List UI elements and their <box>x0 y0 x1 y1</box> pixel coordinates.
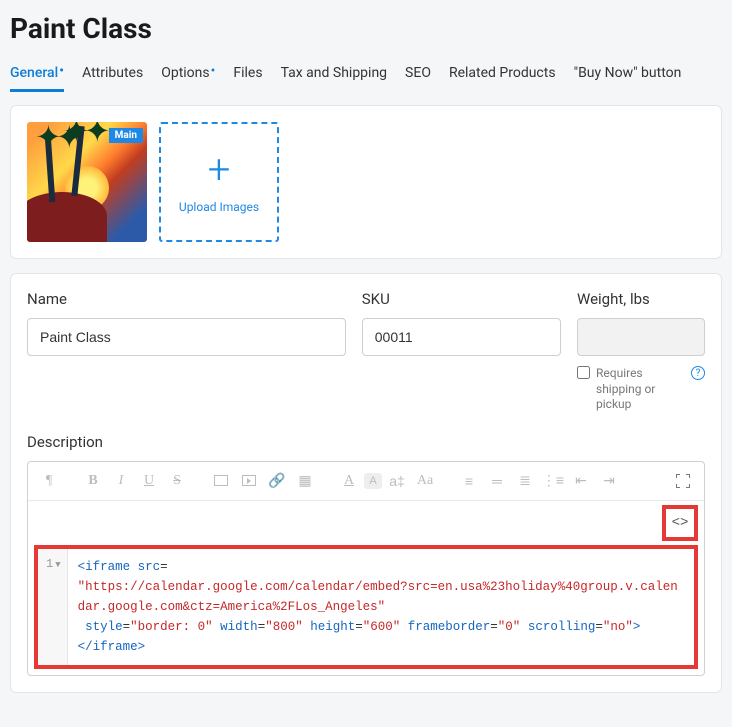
image-icon[interactable] <box>208 468 234 494</box>
requires-shipping-label: Requires shipping or pickup <box>596 366 676 413</box>
sku-input[interactable] <box>362 318 561 356</box>
images-panel: ✦✦ ✦✦ Main + Upload Images <box>10 105 722 259</box>
ordered-list-icon[interactable]: ≣ <box>512 468 538 494</box>
underline-icon[interactable]: U <box>136 468 162 494</box>
tabs-bar: General Attributes Options Files Tax and… <box>10 61 722 93</box>
name-input[interactable] <box>27 318 346 356</box>
bg-color-icon[interactable]: A <box>364 473 382 489</box>
clear-format-icon[interactable]: a‡ <box>384 468 410 494</box>
weight-input[interactable] <box>577 318 705 356</box>
tab-tax-shipping[interactable]: Tax and Shipping <box>281 61 387 92</box>
tab-attributes[interactable]: Attributes <box>82 61 143 92</box>
editor-toolbar: ¶ B I U S 🔗 ▦ A A a‡ Aa ≡ ═ ≣ ⋮≡ <box>28 462 704 501</box>
tab-seo[interactable]: SEO <box>405 61 431 92</box>
align-left-icon[interactable]: ≡ <box>456 468 482 494</box>
page-title: Paint Class <box>10 0 722 61</box>
html-view-button[interactable]: <> <box>668 511 692 535</box>
tab-general[interactable]: General <box>10 61 64 92</box>
italic-icon[interactable]: I <box>108 468 134 494</box>
text-color-icon[interactable]: A <box>336 468 362 494</box>
tab-buy-now[interactable]: "Buy Now" button <box>574 61 682 92</box>
weight-label: Weight, lbs <box>577 290 705 308</box>
tab-related-products[interactable]: Related Products <box>449 61 556 92</box>
outdent-icon[interactable]: ⇤ <box>568 468 594 494</box>
link-icon[interactable]: 🔗 <box>264 468 290 494</box>
paragraph-icon[interactable]: ¶ <box>36 468 62 494</box>
fullscreen-icon[interactable] <box>670 468 696 494</box>
plus-icon: + <box>208 150 231 190</box>
upload-images-label: Upload Images <box>179 200 259 214</box>
code-editor[interactable]: <iframe src= "https://calendar.google.co… <box>68 549 694 665</box>
sku-label: SKU <box>362 290 561 308</box>
requires-shipping-checkbox[interactable] <box>577 366 590 379</box>
help-icon[interactable]: ? <box>691 366 705 380</box>
bold-icon[interactable]: B <box>80 468 106 494</box>
align-justify-icon[interactable]: ═ <box>484 468 510 494</box>
indent-icon[interactable]: ⇥ <box>596 468 622 494</box>
code-area-highlight: 1▼ <iframe src= "https://calendar.google… <box>34 545 698 669</box>
font-size-icon[interactable]: Aa <box>412 468 438 494</box>
code-gutter: 1▼ <box>38 549 68 665</box>
main-image-badge: Main <box>109 128 143 143</box>
description-editor: ¶ B I U S 🔗 ▦ A A a‡ Aa ≡ ═ ≣ ⋮≡ <box>27 461 705 676</box>
tab-files[interactable]: Files <box>233 61 262 92</box>
unordered-list-icon[interactable]: ⋮≡ <box>540 468 566 494</box>
upload-images-button[interactable]: + Upload Images <box>159 122 279 242</box>
table-icon[interactable]: ▦ <box>292 468 318 494</box>
strikethrough-icon[interactable]: S <box>164 468 190 494</box>
video-icon[interactable] <box>236 468 262 494</box>
details-panel: Name SKU Weight, lbs Requires shipping o… <box>10 273 722 693</box>
html-view-highlight: <> <box>662 505 698 541</box>
description-label: Description <box>27 433 705 451</box>
name-label: Name <box>27 290 346 308</box>
product-image-thumbnail[interactable]: ✦✦ ✦✦ Main <box>27 122 147 242</box>
tab-options[interactable]: Options <box>161 61 215 92</box>
